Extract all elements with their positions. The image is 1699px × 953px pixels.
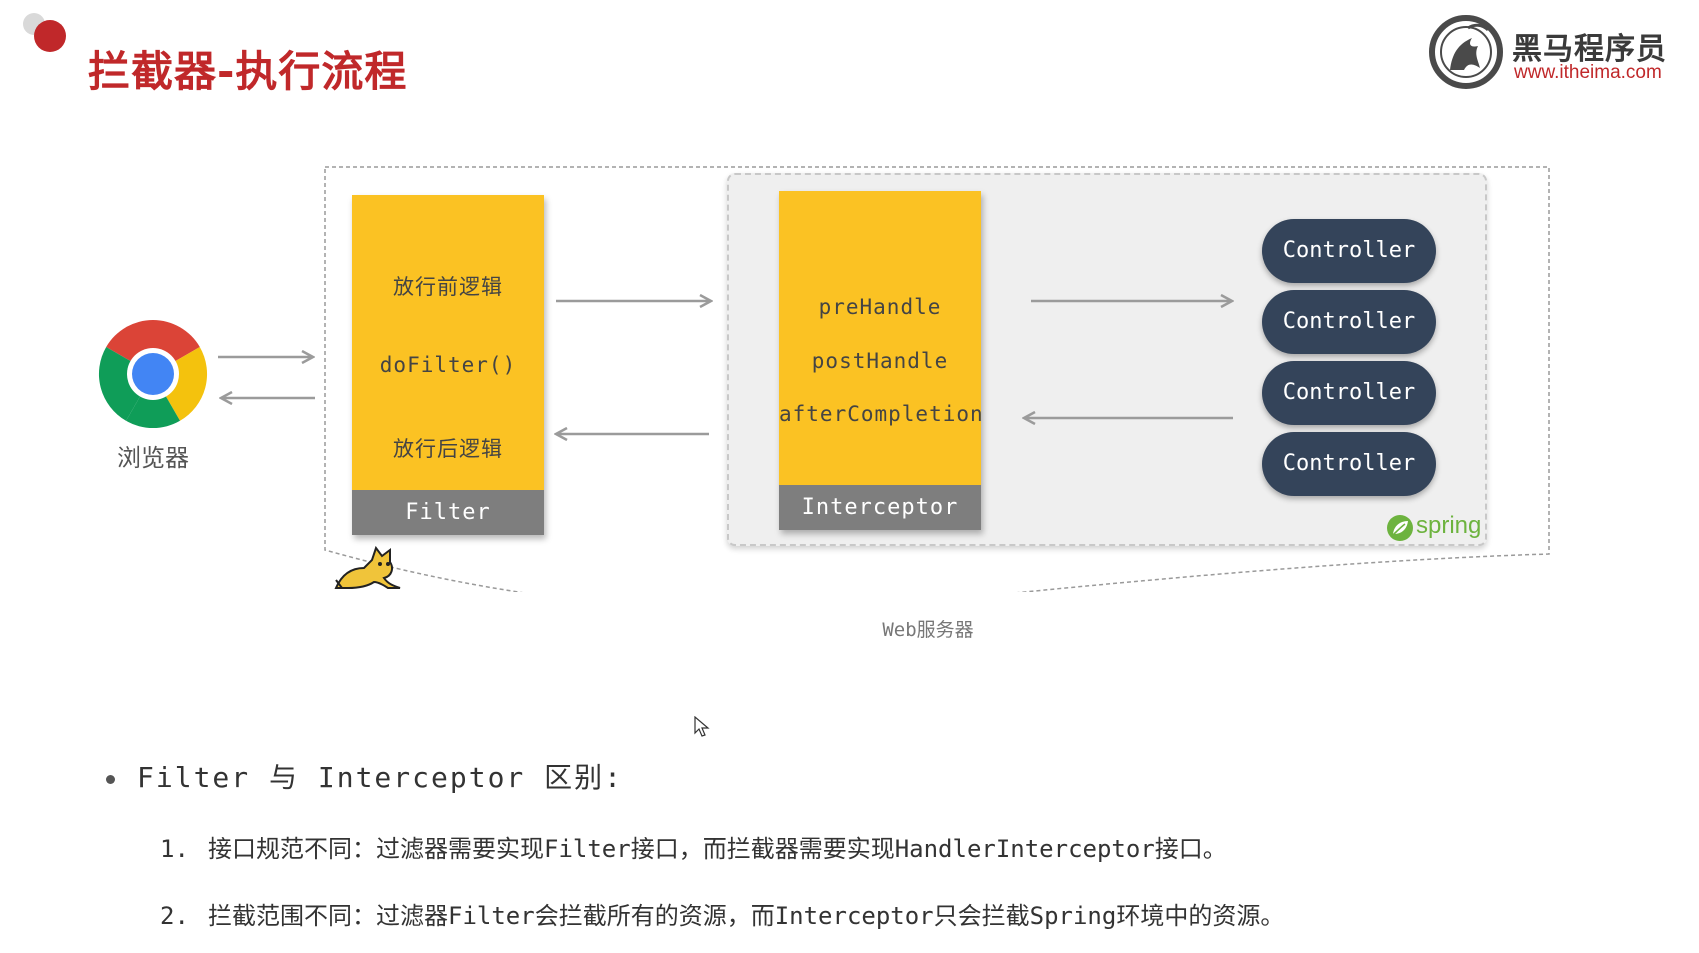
difference-item-text: 接口规范不同：过滤器需要实现Filter接口，而拦截器需要实现HandlerIn… [208,835,1227,863]
interceptor-prehandle: preHandle [818,295,942,319]
controller-pill: Controller [1262,290,1436,354]
filter-before-logic: 放行前逻辑 [393,275,503,299]
tomcat-logo-icon [334,545,401,589]
spring-logo: spring [1386,512,1488,544]
difference-item: 1. 接口规范不同：过滤器需要实现Filter接口，而拦截器需要实现Handler… [160,829,1227,864]
interceptor-aftercompletion: afterCompletion [779,402,984,426]
filter-block: 放行前逻辑 doFilter() 放行后逻辑 Filter [352,195,544,535]
interceptor-block: preHandle postHandle afterCompletion Int… [779,191,984,530]
difference-item-number: 1. [160,835,189,863]
filter-label: Filter [352,490,544,535]
interceptor-flow-diagram: Web服务器 浏览器 放行前逻辑 doFilter() 放行后逻辑 Filter [0,0,1699,660]
controller-pill: Controller [1262,432,1436,496]
difference-item-number: 2. [160,902,189,930]
interceptor-label: Interceptor [779,485,981,530]
difference-heading: Filter 与 Interceptor 区别: [106,756,623,796]
filter-after-logic: 放行后逻辑 [393,437,503,461]
bullet-dot-icon [106,774,115,784]
spring-leaf-icon [1387,515,1413,541]
difference-heading-text: Filter 与 Interceptor 区别: [137,761,624,794]
controller-pill: Controller [1262,219,1436,283]
mouse-cursor-icon [694,716,710,737]
interceptor-posthandle: postHandle [811,349,949,373]
spring-logo-text: spring [1416,512,1482,539]
difference-item: 2. 拦截范围不同：过滤器Filter会拦截所有的资源，而Interceptor只… [160,896,1284,931]
controller-pill: Controller [1262,361,1436,425]
filter-do-filter: doFilter() [379,353,517,377]
difference-item-text: 拦截范围不同：过滤器Filter会拦截所有的资源，而Interceptor只会拦… [208,902,1285,930]
